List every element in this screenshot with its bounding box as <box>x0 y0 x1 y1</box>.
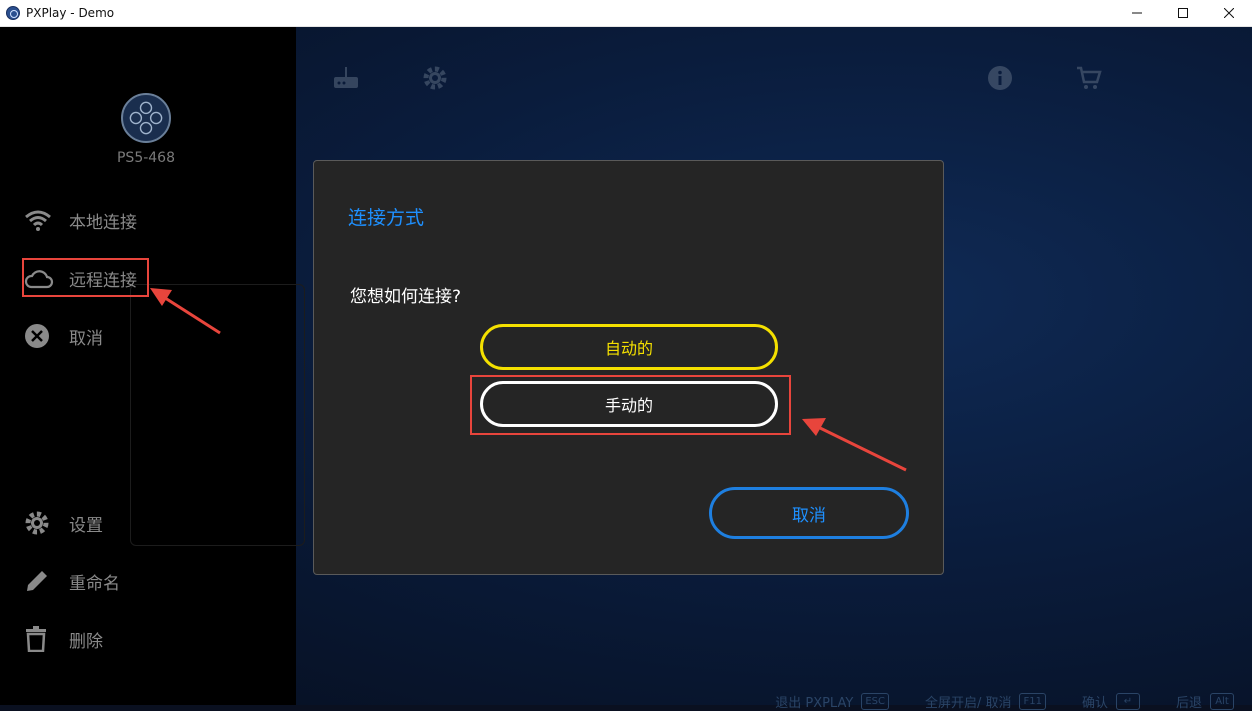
info-icon[interactable] <box>987 65 1013 91</box>
auto-connect-button[interactable]: 自动的 <box>480 324 778 370</box>
sidebar-item-label: 本地连接 <box>69 212 137 233</box>
minimize-icon <box>1132 12 1142 14</box>
dialog-question: 您想如何连接? <box>350 287 462 307</box>
sidebar-item-label: 设置 <box>69 515 103 536</box>
esc-keycap: ESC <box>861 693 889 710</box>
back-hint-label: 后退 <box>1175 696 1202 711</box>
device-card-ghost <box>130 284 305 546</box>
device-sidebar: PS5-468 本地连接 远程连接 取消 设置 重命名 删除 <box>0 27 305 705</box>
fullscreen-hint-label: 全屏开启/ 取消 <box>924 696 1012 711</box>
close-button[interactable] <box>1206 0 1252 27</box>
gear-icon[interactable] <box>422 65 448 91</box>
window-controls <box>1114 0 1252 27</box>
sidebar-item-local-connect[interactable]: 本地连接 <box>24 200 137 240</box>
cancel-circle-icon <box>25 324 49 348</box>
cart-icon[interactable] <box>1076 65 1102 91</box>
connection-method-dialog: 连接方式 您想如何连接? 自动的 手动的 取消 <box>313 160 944 575</box>
sidebar-item-cancel[interactable]: 取消 <box>24 316 103 356</box>
minimize-button[interactable] <box>1114 0 1160 27</box>
router-icon[interactable] <box>333 65 359 91</box>
alt-keycap: Alt <box>1210 693 1234 710</box>
wifi-icon <box>25 210 51 231</box>
remote-connect-highlight <box>22 258 149 297</box>
dialog-title: 连接方式 <box>348 207 425 229</box>
gear-icon <box>25 511 49 535</box>
sidebar-item-label: 删除 <box>69 631 103 652</box>
sidebar-item-rename[interactable]: 重命名 <box>24 561 120 601</box>
manual-connect-button[interactable]: 手动的 <box>480 381 778 427</box>
trash-icon <box>26 626 46 652</box>
controller-buttons-icon <box>121 93 171 143</box>
window-title: PXPlay - Demo <box>26 6 115 20</box>
app-logo-icon <box>6 6 20 20</box>
confirm-hint-label: 确认 <box>1081 696 1108 711</box>
f11-keycap: F11 <box>1019 693 1046 710</box>
pencil-icon <box>27 571 47 591</box>
sidebar-item-label: 取消 <box>69 328 103 349</box>
enter-key-icon: ↵ <box>1115 693 1140 710</box>
sidebar-item-delete[interactable]: 删除 <box>24 619 103 659</box>
title-bar: PXPlay - Demo <box>0 0 1252 27</box>
exit-hint-label: 退出 PXPLAY <box>775 696 854 711</box>
sidebar-item-settings[interactable]: 设置 <box>24 503 103 543</box>
close-icon <box>1224 8 1234 18</box>
maximize-icon <box>1178 8 1188 18</box>
device-name: PS5-468 <box>116 150 175 166</box>
dialog-cancel-button[interactable]: 取消 <box>709 487 909 539</box>
maximize-button[interactable] <box>1160 0 1206 27</box>
sidebar-item-label: 重命名 <box>69 573 120 594</box>
keyboard-hints: 退出 PXPLAY ESC 全屏开启/ 取消 F11 确认 ↵ 后退 Alt <box>775 692 1234 711</box>
